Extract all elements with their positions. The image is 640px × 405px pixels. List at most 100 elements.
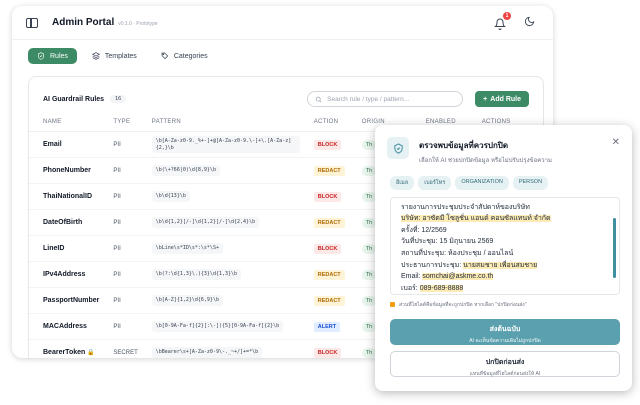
entity-chip: PERSON (512, 175, 549, 190)
tab-templates-label: Templates (104, 52, 137, 60)
rule-type: SECRET (99, 339, 138, 358)
message-preview[interactable]: รายงานการประชุมประจำสัปดาห์ของบริษัทบริษ… (390, 196, 620, 295)
shield-check-icon (387, 137, 409, 159)
highlighted-value: somchai@askme.co.th (422, 273, 494, 281)
rule-action-cell: BLOCK (299, 183, 348, 210)
column-header[interactable]: NAME (29, 113, 100, 132)
tab-categories[interactable]: Categories (152, 48, 217, 64)
top-bar: Admin Portal v0.1.0 · Prototype 1 (12, 6, 553, 40)
layers-icon (91, 52, 100, 60)
rule-name: PassportNumber (29, 287, 100, 314)
rule-type: PII (99, 261, 138, 288)
redact-before-send-button[interactable]: ปกปิดก่อนส่ง แทนที่ข้อมูลที่ไฮไลต์ก่อนส่… (390, 350, 620, 377)
rule-action-cell: REDACT (299, 287, 348, 314)
rule-pattern-cell: \b(?:\d{1,3}\.){3}\d{1,3}\b (137, 261, 300, 288)
rule-pattern-cell: \b[0-9A-Fa-f]{2}[:\-]){5}[0-9A-Fa-f]{2}\… (137, 313, 300, 340)
dialog-subtitle: เลือกให้ AI ช่วยปกปิดข้อมูล หรือไม่ปรับป… (419, 158, 552, 164)
rule-name: PhoneNumber (29, 157, 100, 184)
rules-card-title: AI Guardrail Rules (43, 95, 105, 103)
origin-badge: Th (361, 165, 377, 176)
tab-rules-label: Rules (50, 52, 68, 60)
rule-pattern: \bBearer\s+[A-Za-z0-9\-._~+/]+=*\b (151, 347, 263, 358)
shield-icon (38, 52, 44, 60)
rule-pattern: \bLine\s*ID\s*:\s*\S+ (151, 243, 223, 254)
rule-type: PII (99, 157, 138, 184)
lock-icon: 🔒 (87, 350, 95, 356)
sensitive-data-dialog: ตรวจพบข้อมูลที่ควรปกปิด เลือกให้ AI ช่วย… (375, 125, 632, 391)
origin-badge: Th (361, 139, 377, 150)
send-original-label: ส่งต้นฉบับ (489, 325, 521, 333)
notification-badge: 1 (503, 11, 511, 20)
highlight-note-text: ส่วนที่ไฮไลต์คือข้อมูลที่จะถูกปกปิด หากเ… (399, 301, 527, 308)
rule-type: PII (99, 183, 138, 210)
message-line: วันที่ประชุม: 15 มิถุนายน 2569 (401, 238, 494, 246)
rule-action-cell: ALERT (299, 313, 348, 340)
action-badge: REDACT (313, 217, 345, 228)
origin-badge: Th (361, 321, 377, 332)
rule-action-cell: BLOCK (299, 235, 348, 262)
message-line: สถานที่ประชุม: ห้องประชุม / ออนไลน์ (401, 250, 514, 258)
notification-bell-icon[interactable]: 1 (493, 11, 511, 30)
highlight-note: ส่วนที่ไฮไลต์คือข้อมูลที่จะถูกปกปิด หากเ… (375, 295, 632, 309)
rule-name: BearerToken 🔒 (29, 339, 100, 358)
rule-pattern: \b(\+?66|0)\d{8,9}\b (151, 165, 220, 176)
add-rule-button[interactable]: + Add Rule (475, 91, 529, 107)
theme-toggle-icon[interactable] (524, 14, 535, 32)
action-badge: ALERT (313, 321, 341, 332)
origin-badge: Th (361, 295, 377, 306)
rule-name: LineID (29, 235, 100, 262)
rule-type: PII (99, 209, 138, 236)
rule-type: PII (99, 235, 138, 262)
tab-bar: Rules Templates Categories (12, 40, 553, 72)
message-line: รายงานการประชุมประจำสัปดาห์ของบริษัท (401, 203, 530, 211)
highlight-legend-icon (390, 302, 395, 308)
search-placeholder: Search rule / type / pattern... (327, 95, 410, 103)
send-original-sublabel: AI จะเห็นข้อความเดิมไม่ถูกปกปิด (469, 337, 541, 344)
add-rule-label: Add Rule (490, 95, 521, 103)
entity-chip: อีเมล (390, 175, 415, 190)
sidebar-toggle-icon[interactable] (26, 17, 38, 28)
rule-pattern-cell: \b\d{1,2}[/-]\d{1,2}[/-]\d{2,4}\b (137, 209, 300, 236)
origin-badge: Th (361, 347, 377, 358)
action-badge: BLOCK (313, 139, 342, 150)
rule-pattern-cell: \bBearer\s+[A-Za-z0-9\-._~+/]+=*\b (137, 339, 300, 358)
action-badge: REDACT (313, 295, 345, 306)
tab-templates[interactable]: Templates (83, 48, 146, 64)
rule-action-cell: REDACT (299, 209, 348, 236)
message-scrollbar[interactable] (613, 217, 616, 278)
highlighted-value: 089-689-8888 (419, 284, 464, 292)
rule-pattern: \b\d{13}\b (151, 191, 190, 202)
search-icon (315, 96, 322, 102)
action-badge: BLOCK (313, 243, 342, 254)
entity-chip: ORGANIZATION (455, 175, 509, 190)
origin-badge: Th (361, 191, 377, 202)
close-icon[interactable]: ✕ (612, 137, 620, 166)
rule-action-cell: REDACT (299, 261, 348, 288)
rule-pattern: \b\d{1,2}[/-]\d{1,2}[/-]\d{2,4}\b (151, 217, 260, 228)
rules-count-badge: 16 (110, 95, 127, 103)
tab-rules[interactable]: Rules (28, 48, 77, 64)
column-header[interactable]: ACTION (299, 113, 348, 132)
rule-name: IPv4Address (29, 261, 100, 288)
rule-pattern-cell: \b\d{13}\b (137, 183, 300, 210)
origin-badge: Th (361, 243, 377, 254)
message-line: เบอร์: 089-689-8888 (401, 284, 464, 292)
rule-name: MACAddress (29, 313, 100, 340)
send-original-button[interactable]: ส่งต้นฉบับ AI จะเห็นข้อความเดิมไม่ถูกปกป… (390, 318, 620, 345)
rule-pattern: \b(?:\d{1,3}\.){3}\d{1,3}\b (151, 269, 242, 280)
entity-chip: เบอร์โทร (418, 175, 452, 190)
column-header[interactable]: TYPE (99, 113, 138, 132)
rule-pattern: \b[A-Z]{1,2}\d{6,9}\b (151, 295, 223, 306)
dialog-title: ตรวจพบข้อมูลที่ควรปกปิด (419, 141, 509, 150)
rule-pattern-cell: \b[A-Z]{1,2}\d{6,9}\b (137, 287, 300, 314)
action-badge: BLOCK (313, 191, 342, 202)
search-input[interactable]: Search rule / type / pattern... (307, 91, 464, 107)
rule-pattern-cell: \b[A-Za-z0-9._%+-]+@[A-Za-z0-9.\-]+\.[A-… (137, 131, 300, 158)
origin-badge: Th (361, 269, 377, 280)
app-title: Admin Portal (52, 17, 115, 28)
column-header[interactable]: PATTERN (137, 113, 300, 132)
detected-entity-chips: อีเมล เบอร์โทร ORGANIZATION PERSON (375, 166, 632, 190)
rule-action-cell: BLOCK (299, 131, 348, 158)
rule-type: PII (99, 287, 138, 314)
message-line: บริษัท: อาซัตมี โซลูชั่น แอนด์ คอนซัลแทน… (401, 215, 551, 223)
